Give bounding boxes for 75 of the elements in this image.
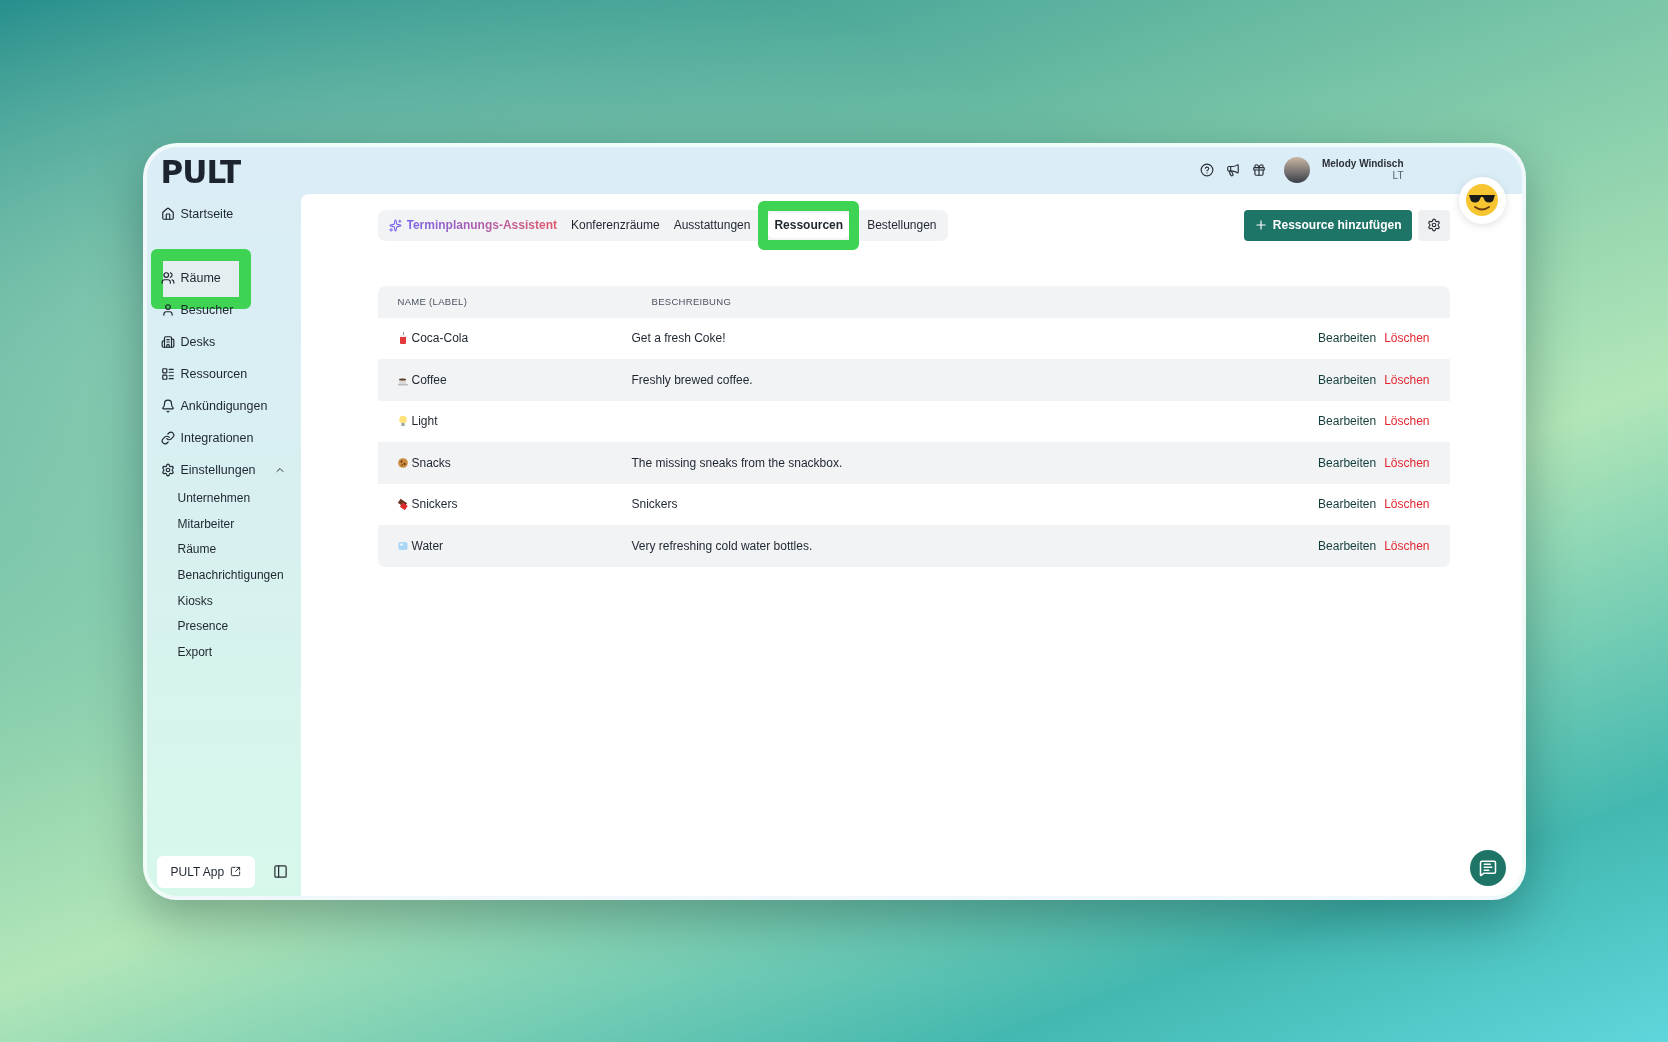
delete-link[interactable]: Löschen <box>1384 455 1430 470</box>
tab[interactable]: Konferenzräume <box>564 212 666 238</box>
sidebar-subitem[interactable]: Mitarbeiter <box>160 511 301 537</box>
sidebar-item[interactable]: Einstellungen <box>160 453 301 486</box>
settings-button[interactable] <box>1417 209 1450 241</box>
edit-link[interactable]: Bearbeiten <box>1318 414 1377 429</box>
delete-link[interactable]: Löschen <box>1384 331 1430 346</box>
gift-icon[interactable] <box>1251 163 1266 177</box>
sparkles-icon <box>388 218 402 232</box>
lightbulb-icon <box>397 415 408 428</box>
list-icon <box>160 366 175 381</box>
description-cell-text: The missing sneaks from the snackbox. <box>631 455 844 470</box>
edit-link[interactable]: Bearbeiten <box>1318 538 1377 553</box>
sidebar-item[interactable]: Integrationen <box>160 421 254 454</box>
description-cell-text: Get a fresh Coke! <box>631 331 727 346</box>
edit-link[interactable]: Bearbeiten <box>1318 331 1377 346</box>
add-resource-button[interactable]: Ressource hinzufügen <box>1243 209 1412 241</box>
sunglasses-emoji-icon <box>1465 183 1499 217</box>
sidebar-subitem[interactable]: Räume <box>160 536 301 563</box>
ice-cube-icon <box>397 539 408 552</box>
description-cell-text: Snickers <box>631 497 679 512</box>
chat-icon <box>1478 858 1497 877</box>
user-name: Melody Windisch <box>1321 158 1404 170</box>
user-avatar[interactable] <box>1283 157 1310 183</box>
sidebar-item[interactable]: Desks <box>160 325 216 358</box>
building-icon <box>160 334 175 349</box>
delete-link[interactable]: Löschen <box>1384 497 1430 512</box>
plus-icon <box>1253 218 1268 232</box>
gear-icon <box>1426 218 1441 232</box>
chocolate-bar-icon <box>397 498 408 511</box>
sidebar-subitem[interactable]: Kiosks <box>160 587 301 614</box>
tab[interactable]: Bestellungen <box>861 212 943 238</box>
delete-link[interactable]: Löschen <box>1384 372 1430 387</box>
sidebar-subitem[interactable]: Export <box>160 639 301 665</box>
sidebar-subitem[interactable]: Benachrichtigungen <box>160 562 301 588</box>
sidebar-subitem[interactable]: Presence <box>160 613 301 640</box>
link-icon <box>160 430 175 445</box>
sidebar-toggle-icon[interactable] <box>273 864 289 879</box>
delete-link[interactable]: Löschen <box>1384 414 1430 429</box>
help-icon[interactable] <box>1199 163 1214 177</box>
cup-icon <box>397 332 408 345</box>
edit-link[interactable]: Bearbeiten <box>1318 372 1377 387</box>
edit-link[interactable]: Bearbeiten <box>1318 455 1377 470</box>
settings-icon <box>160 462 175 477</box>
sidebar-item[interactable]: Startseite <box>160 197 234 230</box>
description-cell-text: Very refreshing cold water bottles. <box>631 538 814 553</box>
resource-name: Light <box>411 414 438 429</box>
pult-logo: PULT <box>159 150 242 192</box>
tab[interactable]: Ressourcen <box>768 212 850 238</box>
column-header: BESCHREIBUNG <box>651 296 733 307</box>
bell-icon <box>160 398 175 413</box>
person-icon <box>160 302 175 317</box>
app-button[interactable]: PULT App <box>156 855 256 888</box>
description-cell-text: Freshly brewed coffee. <box>631 372 754 387</box>
resource-name: Coffee <box>411 372 447 387</box>
cookie-icon <box>397 456 408 469</box>
edit-link[interactable]: Bearbeiten <box>1318 497 1377 512</box>
column-header: NAME (LABEL) <box>397 296 469 307</box>
megaphone-icon[interactable] <box>1225 163 1240 177</box>
sidebar-subitem[interactable]: Unternehmen <box>160 485 301 512</box>
people-icon <box>160 270 175 285</box>
company-name: LT <box>1392 170 1404 182</box>
delete-link[interactable]: Löschen <box>1384 538 1430 553</box>
external-link-icon <box>230 866 242 877</box>
sidebar-item[interactable]: Ressourcen <box>160 357 248 390</box>
sidebar-item[interactable]: Ankündigungen <box>160 389 268 422</box>
resource-name: Snacks <box>411 455 451 470</box>
resource-name: Coca-Cola <box>411 331 469 346</box>
resource-name: Water <box>411 538 444 553</box>
tab[interactable]: Terminplanungs-Assistent <box>382 212 563 238</box>
resource-name: Snickers <box>411 497 458 512</box>
home-icon <box>160 206 175 221</box>
sidebar-item[interactable]: Räume <box>160 261 221 294</box>
tab[interactable]: Ausstattungen <box>667 212 757 238</box>
chat-button[interactable] <box>1469 849 1506 886</box>
